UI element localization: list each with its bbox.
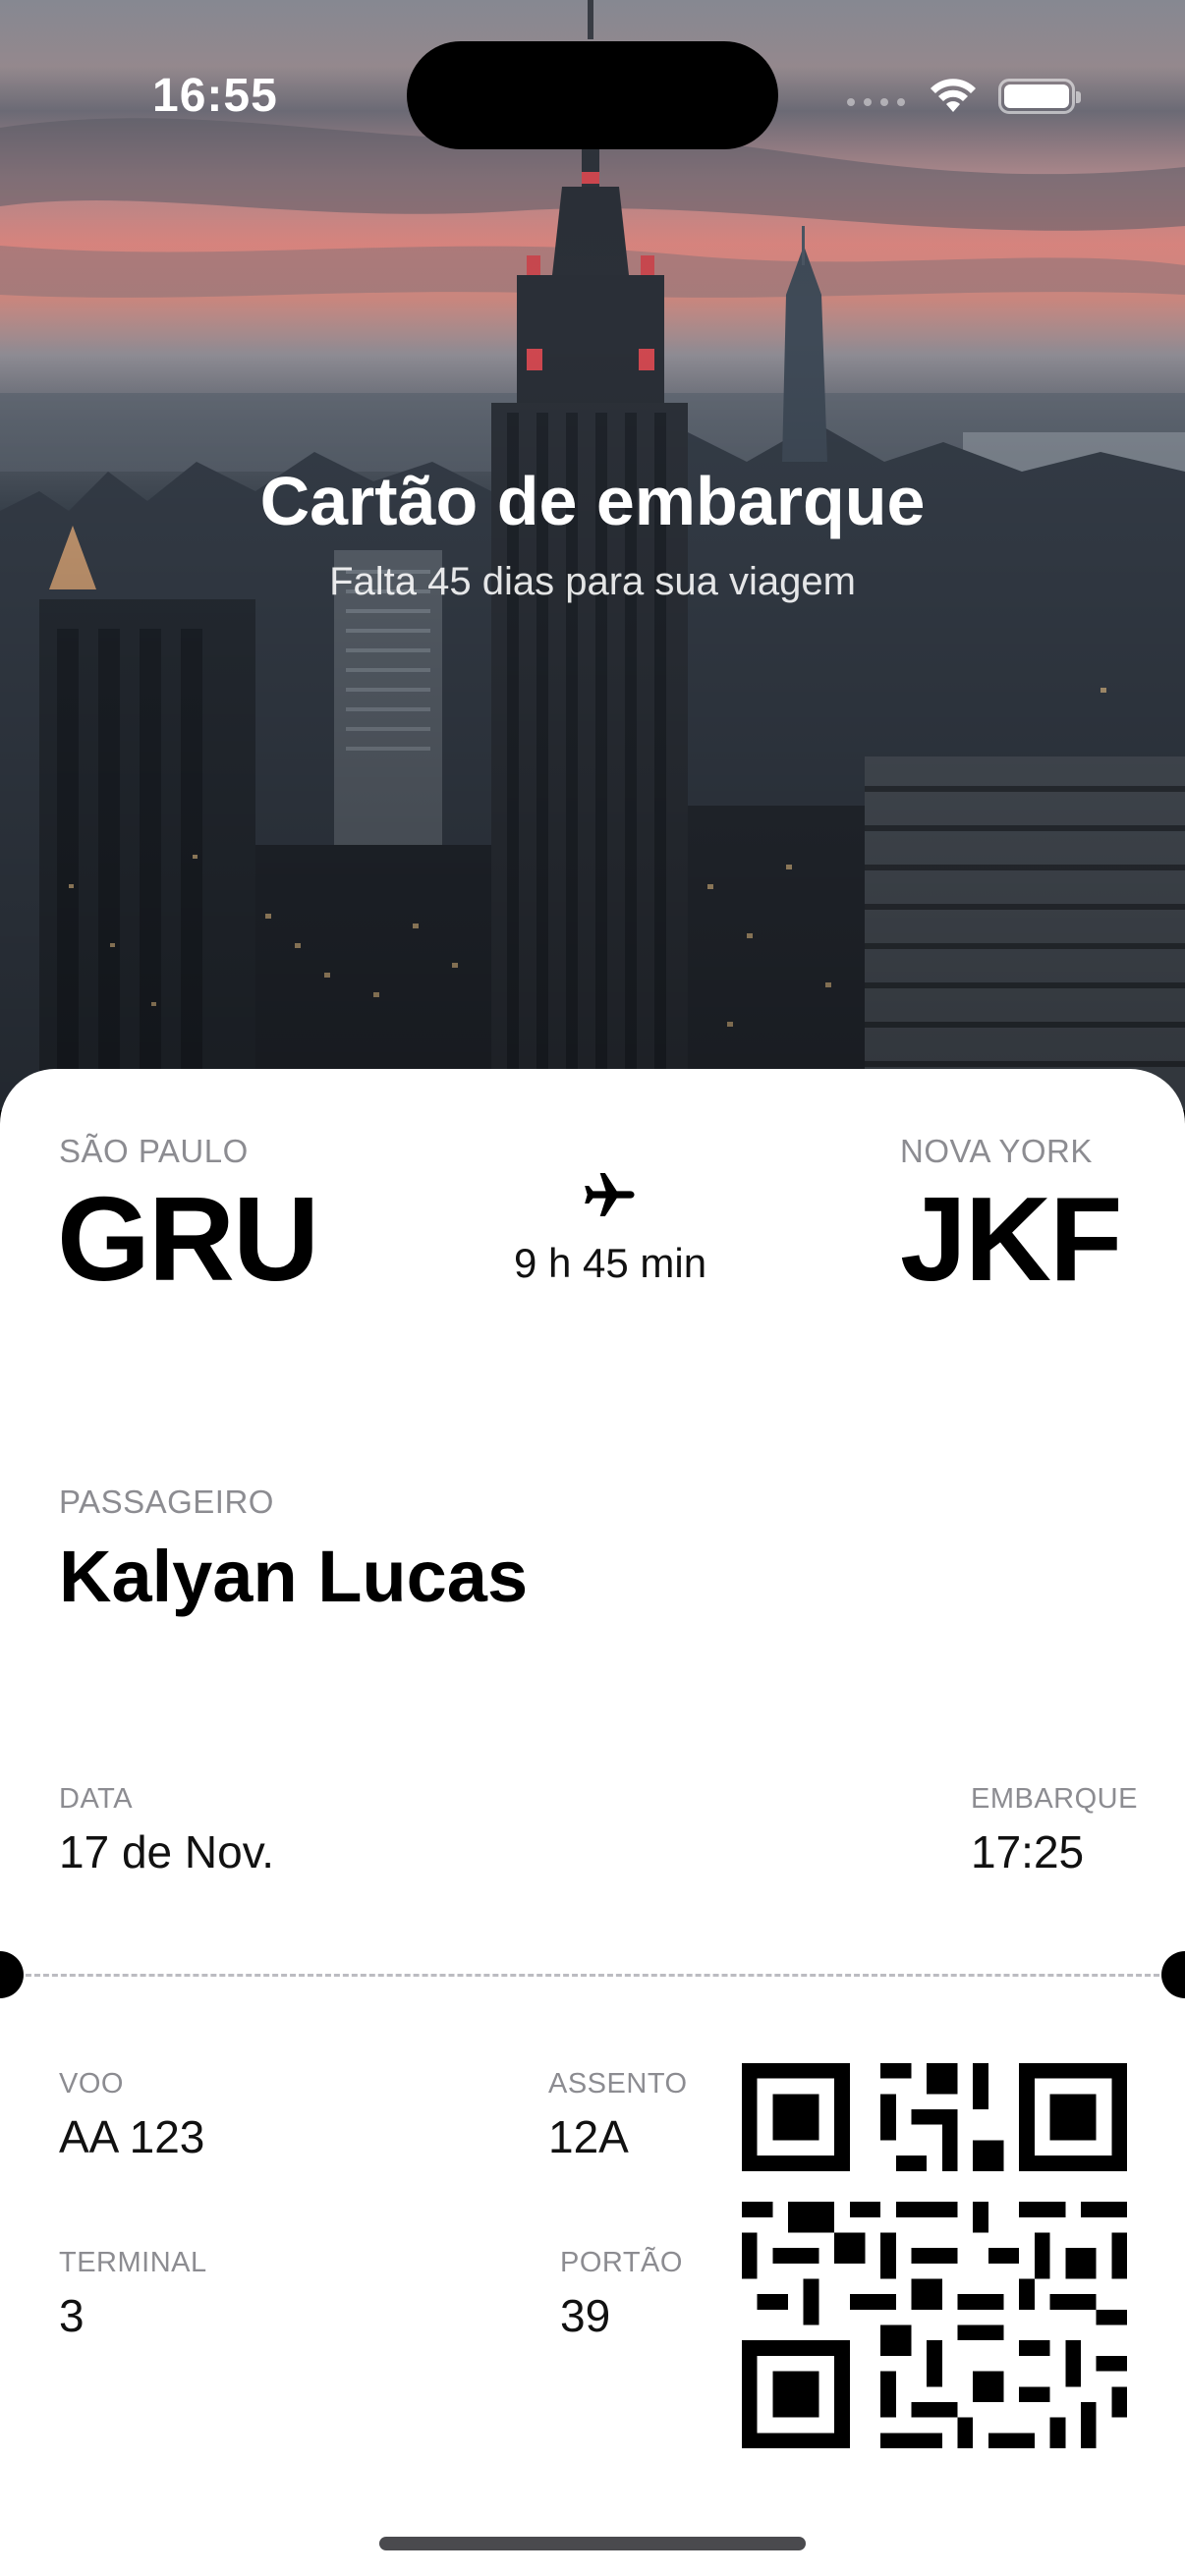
battery-icon <box>998 79 1081 114</box>
trip-countdown-subtitle: Falta 45 dias para sua viagem <box>329 560 856 603</box>
origin-city: SÃO PAULO <box>59 1133 249 1169</box>
boarding-label: EMBARQUE <box>971 1783 1138 1815</box>
home-indicator[interactable] <box>379 2537 806 2550</box>
flight-number-label: VOO <box>59 2068 124 2100</box>
passenger-name: Kalyan Lucas <box>59 1536 529 1617</box>
airplane-icon <box>585 1173 635 1216</box>
hero-cityscape-image <box>0 0 1185 1110</box>
gate-value: 39 <box>560 2290 611 2341</box>
status-time: 16:55 <box>152 70 278 122</box>
wifi-icon <box>931 79 976 112</box>
dynamic-island <box>407 41 778 149</box>
destination-code: JKF <box>900 1172 1122 1306</box>
flight-number: AA 123 <box>59 2111 205 2162</box>
date-label: DATA <box>59 1783 134 1815</box>
boarding-time: 17:25 <box>971 1826 1085 1877</box>
seat-value: 12A <box>548 2111 629 2162</box>
gate-label: PORTÃO <box>560 2247 683 2278</box>
date-value: 17 de Nov. <box>59 1826 275 1877</box>
flight-duration: 9 h 45 min <box>513 1240 707 1286</box>
terminal-value: 3 <box>59 2290 85 2341</box>
qr-code <box>742 2063 1127 2448</box>
destination-city: NOVA YORK <box>900 1133 1093 1169</box>
page-title: Cartão de embarque <box>259 463 926 539</box>
tear-line-divider <box>26 1974 1159 1977</box>
terminal-label: TERMINAL <box>59 2247 207 2278</box>
seat-label: ASSENTO <box>548 2068 688 2100</box>
passenger-label: PASSAGEIRO <box>59 1484 274 1520</box>
origin-code: GRU <box>57 1172 319 1306</box>
cellular-signal-icon <box>847 98 905 106</box>
